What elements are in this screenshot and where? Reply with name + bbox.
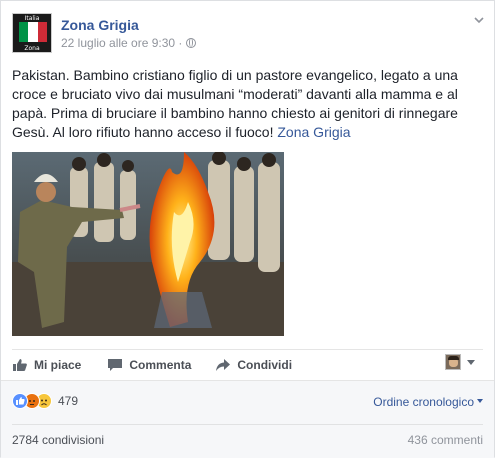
- caret-down-icon: [467, 359, 475, 365]
- comment-order-label: Ordine cronologico: [373, 395, 474, 409]
- post-timestamp-row: 22 luglio alle ore 9:30 ·: [61, 35, 197, 51]
- post-actions: Mi piace Commenta Condividi: [12, 349, 483, 379]
- comment-order-selector[interactable]: Ordine cronologico: [373, 395, 483, 409]
- avatar-caption-bottom: Zona Grigia: [24, 45, 40, 52]
- avatar-caption-top: Italia: [24, 15, 40, 22]
- post-card: Italia Zona Grigia Zona Grigia 22 luglio…: [0, 0, 495, 458]
- like-label: Mi piace: [34, 357, 82, 372]
- divider: [12, 424, 483, 425]
- italian-flag-icon: [19, 22, 47, 42]
- post-body: Pakistan. Bambino cristiano figlio di un…: [12, 67, 458, 140]
- post-text: Pakistan. Bambino cristiano figlio di un…: [12, 66, 482, 142]
- crowd-fire-photo: [12, 152, 284, 336]
- post-timestamp[interactable]: 22 luglio alle ore 9:30 ·: [61, 35, 182, 51]
- reactions-bar: 479 Ordine cronologico 2784 condivisioni…: [1, 380, 494, 458]
- caret-down-icon: [477, 398, 483, 403]
- comment-count: 436 commenti: [407, 433, 483, 447]
- comment-label: Commenta: [129, 357, 192, 372]
- like-reaction-icon: [12, 393, 28, 409]
- like-button[interactable]: Mi piace: [12, 358, 81, 372]
- share-button[interactable]: Condividi: [215, 358, 292, 372]
- comment-bubble-icon: [108, 358, 123, 371]
- share-arrow-icon: [216, 358, 231, 371]
- post-header: Italia Zona Grigia Zona Grigia 22 luglio…: [12, 13, 197, 55]
- post-photo[interactable]: [12, 152, 284, 336]
- page-mention-link[interactable]: Zona Grigia: [277, 124, 350, 140]
- share-label: Condividi: [237, 357, 293, 372]
- chevron-down-icon[interactable]: [473, 14, 485, 26]
- share-count-link[interactable]: 2784 condivisioni: [12, 433, 104, 447]
- viewer-selector[interactable]: [445, 354, 475, 370]
- globe-icon: [186, 38, 197, 48]
- comment-button[interactable]: Commenta: [107, 358, 191, 372]
- reactions-summary[interactable]: 479: [12, 393, 78, 409]
- post-meta: Zona Grigia 22 luglio alle ore 9:30 ·: [61, 13, 197, 55]
- page-avatar[interactable]: Italia Zona Grigia: [12, 13, 52, 53]
- page-name-link[interactable]: Zona Grigia: [61, 15, 196, 35]
- thumbs-up-icon: [13, 358, 27, 371]
- reaction-count: 479: [58, 394, 79, 408]
- viewer-avatar: [445, 354, 461, 370]
